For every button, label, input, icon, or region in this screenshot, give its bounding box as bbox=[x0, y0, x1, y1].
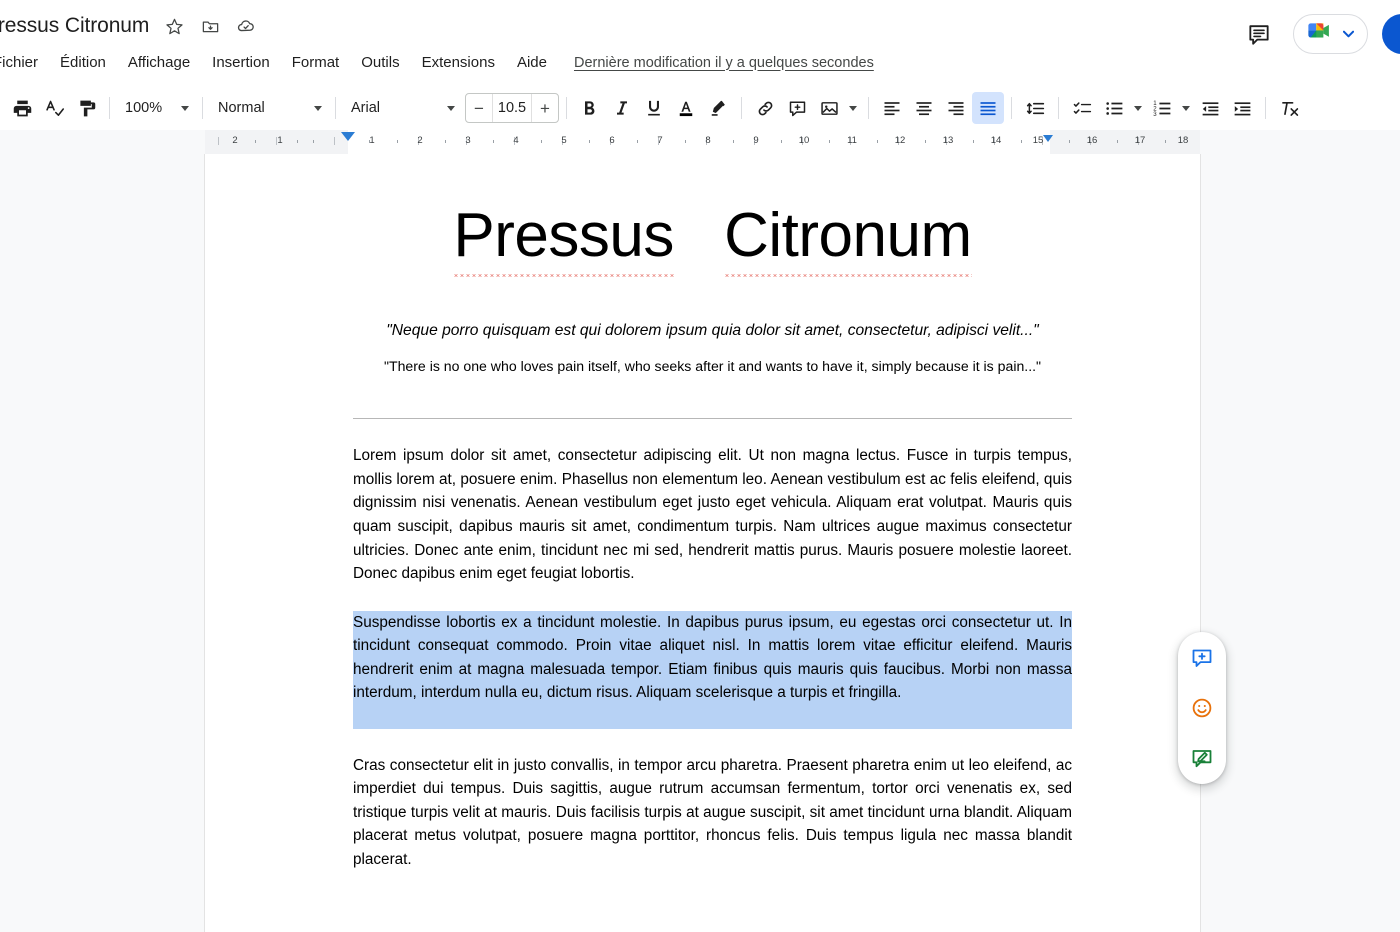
floating-action-toolbar bbox=[1178, 632, 1226, 784]
numbered-list-icon[interactable]: 1 2 3 bbox=[1146, 92, 1178, 124]
heading-space bbox=[691, 201, 708, 270]
font-size-stepper: − 10.5 + bbox=[465, 93, 559, 123]
menu-edition[interactable]: Édition bbox=[49, 50, 117, 75]
selected-empty-line bbox=[353, 705, 664, 729]
selected-text-block[interactable]: Suspendisse lobortis ex a tincidunt mole… bbox=[353, 610, 1072, 729]
formatting-toolbar: 100% Normal Arial − 10.5 + 1 2 3 bbox=[0, 86, 1400, 130]
horizontal-rule bbox=[353, 418, 1072, 420]
decrease-indent-icon[interactable] bbox=[1194, 92, 1226, 124]
font-size-input[interactable]: 10.5 bbox=[492, 94, 532, 122]
toolbar-divider bbox=[868, 97, 869, 119]
toolbar-divider bbox=[741, 97, 742, 119]
document-canvas[interactable]: Pressus Citronum "Neque porro quisquam e… bbox=[0, 154, 1400, 932]
star-icon[interactable] bbox=[163, 15, 185, 37]
document-page[interactable]: Pressus Citronum "Neque porro quisquam e… bbox=[205, 154, 1200, 932]
left-indent-marker[interactable] bbox=[341, 132, 355, 141]
toolbar-divider bbox=[1265, 97, 1266, 119]
google-meet-icon bbox=[1306, 20, 1336, 49]
top-bar: Pressus Citronum Fichier É bbox=[0, 0, 1400, 86]
chevron-down-icon bbox=[1182, 105, 1190, 111]
google-docs-window: Pressus Citronum Fichier É bbox=[0, 0, 1400, 932]
heading-word-1: Pressus bbox=[453, 200, 674, 277]
last-edit-status[interactable]: Dernière modification il y a quelques se… bbox=[574, 55, 874, 71]
chevron-down-icon bbox=[849, 105, 857, 111]
align-left-icon[interactable] bbox=[876, 92, 908, 124]
spellcheck-icon[interactable] bbox=[38, 92, 70, 124]
top-right-actions bbox=[1239, 14, 1400, 54]
menu-affichage[interactable]: Affichage bbox=[117, 50, 201, 75]
increase-font-size-button[interactable]: + bbox=[532, 94, 558, 122]
align-justify-icon[interactable] bbox=[972, 92, 1004, 124]
align-center-icon[interactable] bbox=[908, 92, 940, 124]
text-color-icon[interactable] bbox=[670, 92, 702, 124]
toolbar-divider bbox=[202, 97, 203, 119]
heading-word-2: Citronum bbox=[724, 200, 972, 277]
comment-history-icon[interactable] bbox=[1239, 14, 1279, 54]
highlight-color-icon[interactable] bbox=[702, 92, 734, 124]
underline-icon[interactable] bbox=[638, 92, 670, 124]
svg-text:3: 3 bbox=[1153, 110, 1157, 117]
toolbar-divider bbox=[566, 97, 567, 119]
menu-format[interactable]: Format bbox=[281, 50, 351, 75]
paragraph-style-value: Normal bbox=[218, 100, 265, 116]
toolbar-divider bbox=[335, 97, 336, 119]
align-right-icon[interactable] bbox=[940, 92, 972, 124]
toolbar-divider bbox=[109, 97, 110, 119]
page-content[interactable]: Pressus Citronum "Neque porro quisquam e… bbox=[205, 154, 1200, 872]
menu-outils[interactable]: Outils bbox=[350, 50, 410, 75]
quote-latin: "Neque porro quisquam est qui dolorem ip… bbox=[386, 321, 1039, 339]
menu-aide[interactable]: Aide bbox=[506, 50, 558, 75]
chevron-down-icon bbox=[1342, 25, 1355, 43]
cloud-saved-icon[interactable] bbox=[235, 15, 257, 37]
checklist-icon[interactable] bbox=[1066, 92, 1098, 124]
menu-insertion[interactable]: Insertion bbox=[201, 50, 281, 75]
add-reaction-icon[interactable] bbox=[1182, 688, 1222, 728]
bold-icon[interactable] bbox=[574, 92, 606, 124]
move-to-folder-icon[interactable] bbox=[199, 15, 221, 37]
line-spacing-icon[interactable] bbox=[1019, 92, 1051, 124]
google-meet-button[interactable] bbox=[1293, 14, 1368, 54]
share-button[interactable] bbox=[1382, 14, 1400, 54]
chevron-down-icon bbox=[447, 105, 455, 111]
menu-fichier[interactable]: Fichier bbox=[0, 50, 49, 75]
paint-format-icon[interactable] bbox=[70, 92, 102, 124]
document-title-row: Pressus Citronum bbox=[0, 14, 257, 38]
ruler-area: 2 1 1 2 3 4 5 6 7 8 9 10 11 12 13 14 15 … bbox=[0, 130, 1400, 154]
document-title[interactable]: Pressus Citronum bbox=[0, 14, 149, 38]
paragraph-1[interactable]: Lorem ipsum dolor sit amet, consectetur … bbox=[353, 444, 1072, 586]
decrease-font-size-button[interactable]: − bbox=[466, 94, 492, 122]
chevron-down-icon bbox=[1134, 105, 1142, 111]
italic-icon[interactable] bbox=[606, 92, 638, 124]
insert-image-icon[interactable] bbox=[813, 92, 845, 124]
quote-english: "There is no one who loves pain itself, … bbox=[383, 357, 1042, 374]
insert-link-icon[interactable] bbox=[749, 92, 781, 124]
font-family-value: Arial bbox=[351, 100, 381, 116]
paragraph-3[interactable]: Cras consectetur elit in justo convallis… bbox=[353, 754, 1072, 872]
bulleted-list-icon[interactable] bbox=[1098, 92, 1130, 124]
zoom-level-value: 100% bbox=[125, 100, 163, 116]
numbered-list-dropdown[interactable] bbox=[1178, 92, 1194, 124]
menu-bar: Fichier Édition Affichage Insertion Form… bbox=[0, 50, 874, 75]
print-icon[interactable] bbox=[6, 92, 38, 124]
zoom-level-select[interactable]: 100% bbox=[117, 93, 195, 123]
right-indent-marker[interactable] bbox=[1043, 135, 1053, 142]
increase-indent-icon[interactable] bbox=[1226, 92, 1258, 124]
paragraph-2[interactable]: Suspendisse lobortis ex a tincidunt mole… bbox=[353, 611, 1072, 705]
paragraph-style-select[interactable]: Normal bbox=[210, 93, 328, 123]
suggest-edit-icon[interactable] bbox=[1182, 738, 1222, 778]
insert-image-dropdown[interactable] bbox=[845, 92, 861, 124]
clear-formatting-icon[interactable] bbox=[1273, 92, 1305, 124]
menu-extensions[interactable]: Extensions bbox=[411, 50, 506, 75]
chevron-down-icon bbox=[314, 105, 322, 111]
font-family-select[interactable]: Arial bbox=[343, 93, 461, 123]
add-comment-icon[interactable] bbox=[1182, 638, 1222, 678]
add-comment-icon[interactable] bbox=[781, 92, 813, 124]
bulleted-list-dropdown[interactable] bbox=[1130, 92, 1146, 124]
toolbar-divider bbox=[1058, 97, 1059, 119]
document-heading: Pressus Citronum bbox=[353, 200, 1072, 277]
horizontal-ruler[interactable]: 2 1 1 2 3 4 5 6 7 8 9 10 11 12 13 14 15 … bbox=[205, 130, 1200, 154]
toolbar-divider bbox=[1011, 97, 1012, 119]
chevron-down-icon bbox=[181, 105, 189, 111]
